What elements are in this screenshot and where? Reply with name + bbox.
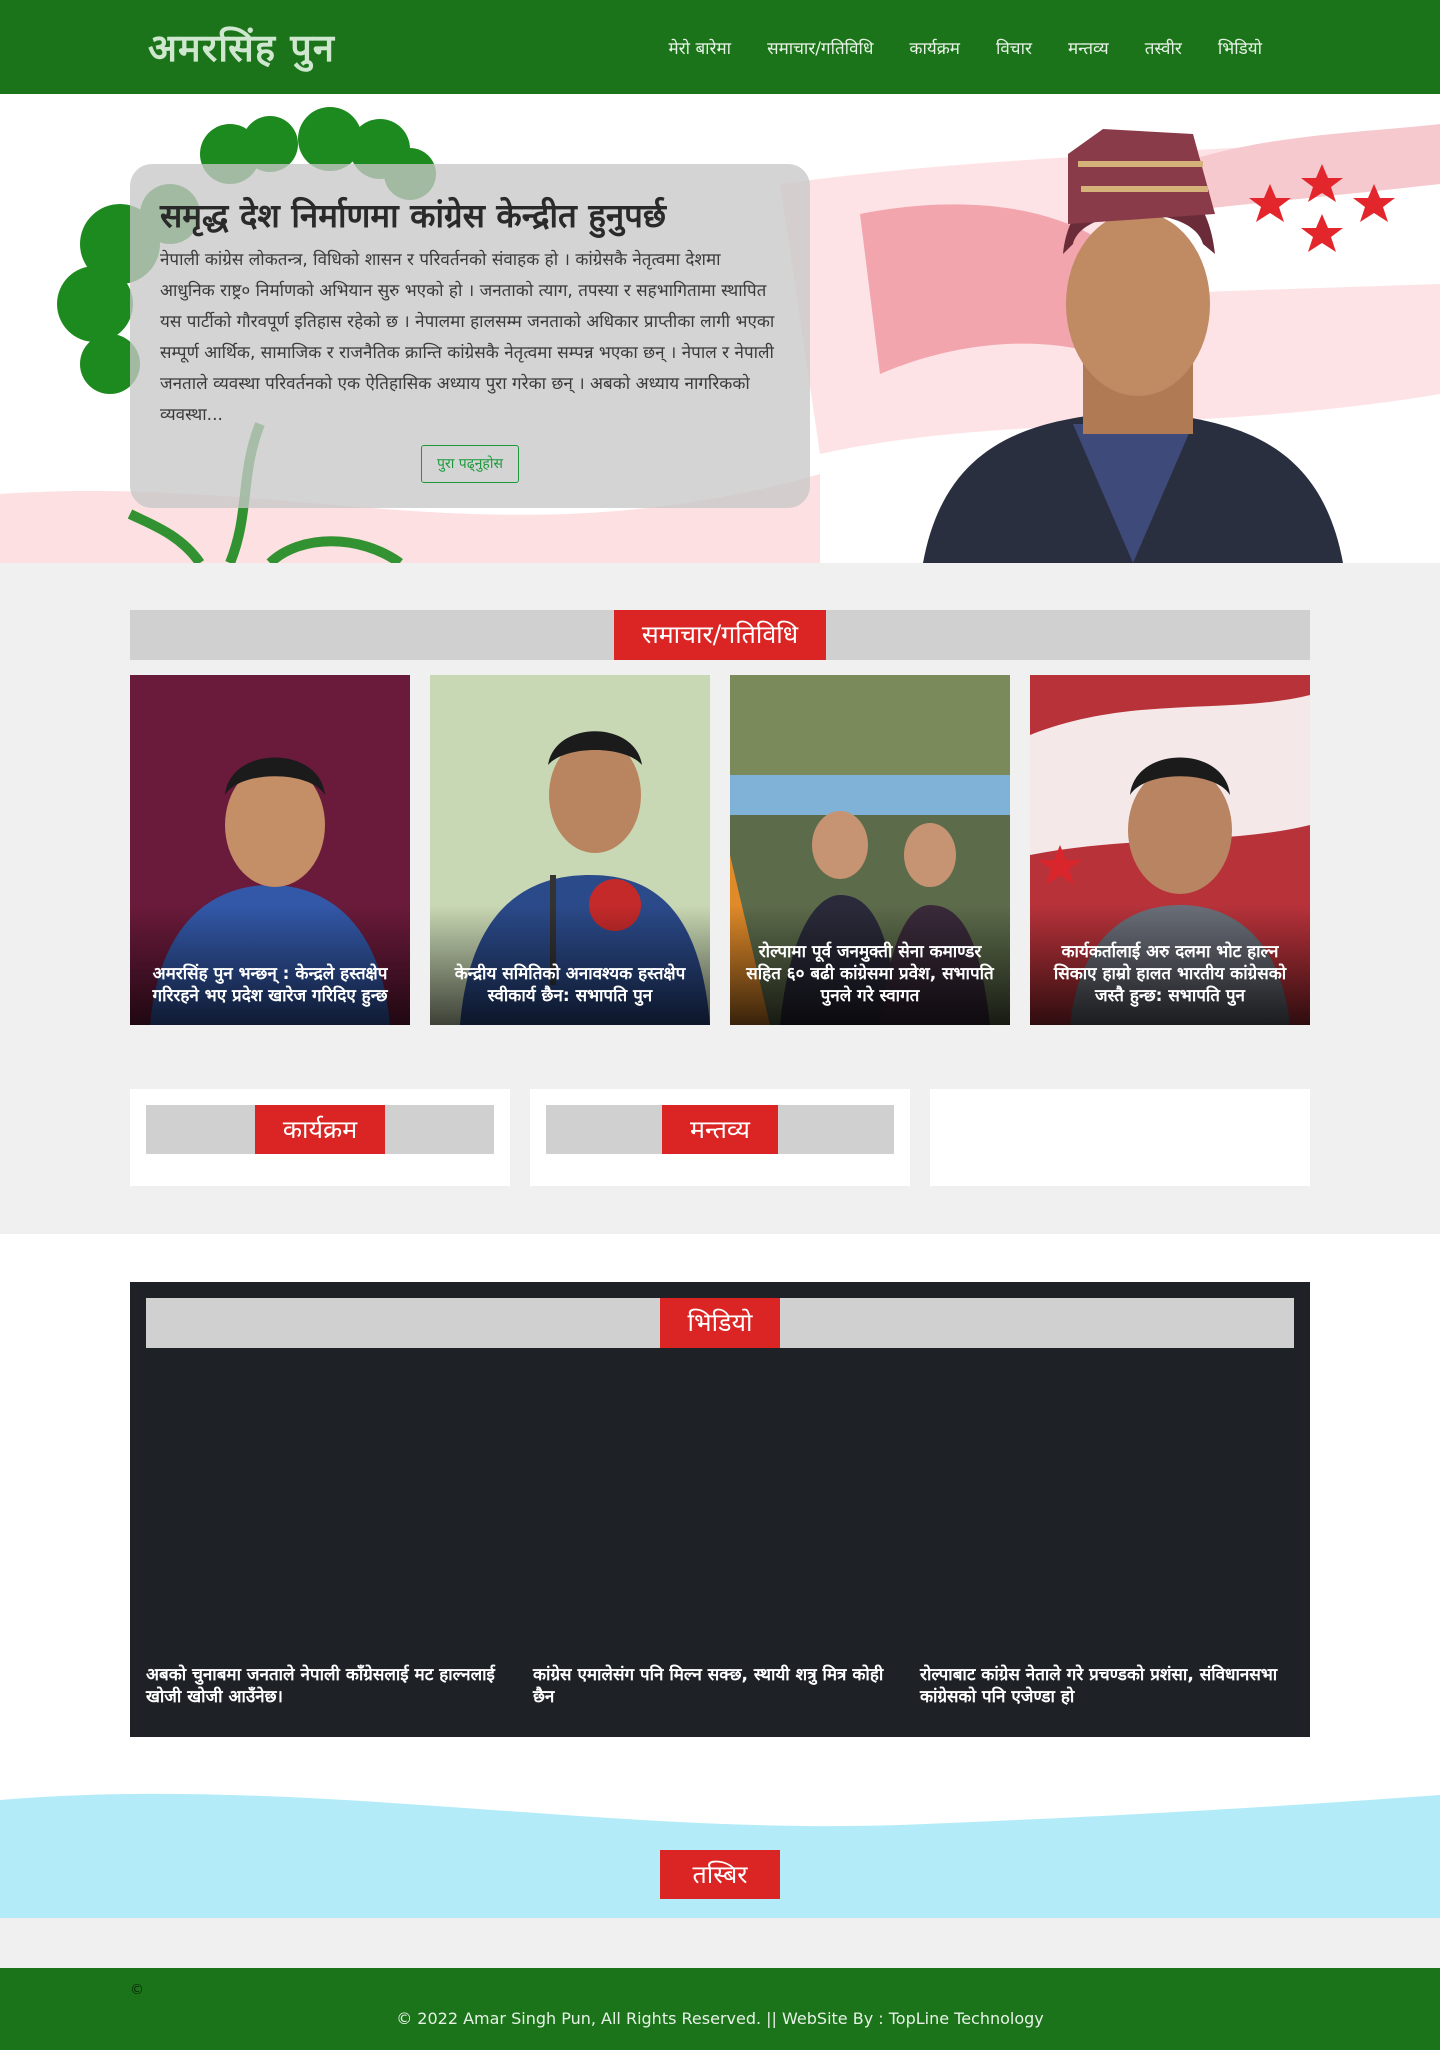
footer-text: © 2022 Amar Singh Pun, All Rights Reserv…	[396, 2009, 1044, 2028]
nav-item-program[interactable]: कार्यक्रम	[891, 36, 978, 59]
nav-item-thoughts[interactable]: विचार	[978, 36, 1050, 59]
copyright-icon: ©	[130, 1982, 144, 1998]
program-header-bar: कार्यक्रम	[146, 1105, 494, 1154]
video-title[interactable]: कांग्रेस एमालेसंग पनि मिल्न सक्छ, स्थायी…	[533, 1664, 907, 1708]
main-nav: मेरो बारेमा समाचार/गतिविधि कार्यक्रम विच…	[651, 36, 1280, 59]
statement-widget: मन्तव्य	[530, 1089, 910, 1186]
nav-item-about[interactable]: मेरो बारेमा	[651, 36, 750, 59]
statement-header-bar: मन्तव्य	[546, 1105, 894, 1154]
hero-text: नेपाली कांग्रेस लोकतन्त्र, विधिको शासन र…	[160, 250, 775, 425]
hero-title[interactable]: समृद्ध देश निर्माणमा कांग्रेस केन्द्रीत …	[160, 192, 780, 237]
news-card[interactable]: अमरसिंह पुन भन्छन् : केन्द्रले हस्तक्षेप…	[130, 675, 410, 1025]
widgets-row: कार्यक्रम मन्तव्य	[0, 1089, 1440, 1234]
news-caption[interactable]: कार्यकर्तालाई अरु दलमा भोट हाल्न सिकाए ह…	[1040, 941, 1300, 1007]
video-box: भिडियो अबको चुनाबमा जनताले नेपाली काँग्र…	[130, 1282, 1310, 1737]
program-heading[interactable]: कार्यक्रम	[254, 1105, 386, 1154]
site-header: अमरसिंह पुन मेरो बारेमा समाचार/गतिविधि क…	[0, 0, 1440, 94]
statement-heading[interactable]: मन्तव्य	[662, 1105, 778, 1154]
video-heading[interactable]: भिडियो	[659, 1298, 781, 1348]
video-grid: अबको चुनाबमा जनताले नेपाली काँग्रेसलाई म…	[146, 1664, 1294, 1708]
nav-item-video[interactable]: भिडियो	[1200, 36, 1280, 59]
site-footer: © © 2022 Amar Singh Pun, All Rights Rese…	[0, 1968, 1440, 2050]
hero-card: समृद्ध देश निर्माणमा कांग्रेस केन्द्रीत …	[130, 164, 810, 508]
read-more-button[interactable]: पुरा पढ्नुहोस	[421, 445, 519, 483]
program-widget: कार्यक्रम	[130, 1089, 510, 1186]
news-grid: अमरसिंह पुन भन्छन् : केन्द्रले हस्तक्षेप…	[130, 675, 1310, 1025]
spacer	[0, 1918, 1440, 1968]
news-card[interactable]: कार्यकर्तालाई अरु दलमा भोट हाल्न सिकाए ह…	[1030, 675, 1310, 1025]
hero-banner: समृद्ध देश निर्माणमा कांग्रेस केन्द्रीत …	[0, 94, 1440, 563]
news-caption[interactable]: केन्द्रीय समितिको अनावश्यक हस्तक्षेप स्व…	[440, 963, 700, 1007]
news-caption[interactable]: रोल्पामा पूर्व जनमुक्ती सेना कमाण्डर सहि…	[740, 941, 1000, 1007]
video-title[interactable]: रोल्पाबाट कांग्रेस नेताले गरे प्रचण्डको …	[920, 1664, 1294, 1708]
news-section: समाचार/गतिविधि अमरसिंह पुन भन्छन् : केन्…	[0, 563, 1440, 1089]
news-header-bar: समाचार/गतिविधि	[130, 610, 1310, 660]
video-section: भिडियो अबको चुनाबमा जनताले नेपाली काँग्र…	[0, 1234, 1440, 1785]
video-title[interactable]: अबको चुनाबमा जनताले नेपाली काँग्रेसलाई म…	[146, 1664, 520, 1708]
nav-item-news[interactable]: समाचार/गतिविधि	[749, 36, 891, 59]
news-caption[interactable]: अमरसिंह पुन भन्छन् : केन्द्रले हस्तक्षेप…	[140, 963, 400, 1007]
news-card[interactable]: केन्द्रीय समितिको अनावश्यक हस्तक्षेप स्व…	[430, 675, 710, 1025]
brand-logo[interactable]: अमरसिंह पुन	[148, 21, 335, 73]
news-card[interactable]: रोल्पामा पूर्व जनमुक्ती सेना कमाण्डर सहि…	[730, 675, 1010, 1025]
gallery-heading[interactable]: तस्बिर	[660, 1850, 780, 1899]
nav-item-statement[interactable]: मन्तव्य	[1050, 36, 1127, 59]
video-header-bar: भिडियो	[146, 1298, 1294, 1348]
empty-widget	[930, 1089, 1310, 1186]
gallery-section: तस्बिर	[0, 1785, 1440, 1918]
nav-item-photos[interactable]: तस्वीर	[1127, 36, 1200, 59]
news-heading[interactable]: समाचार/गतिविधि	[613, 610, 827, 660]
hero-portrait-image	[923, 129, 1343, 563]
